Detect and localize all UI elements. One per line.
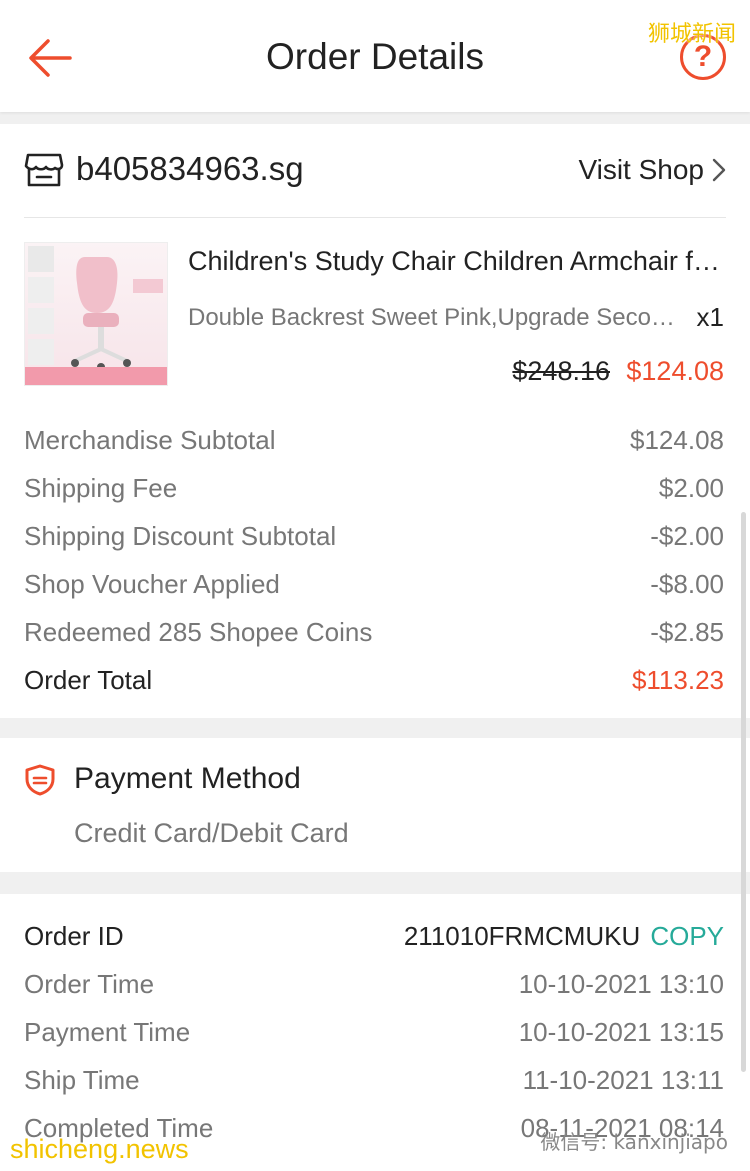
order-item-card: b405834963.sg Visit Shop Children's Stud… — [0, 124, 750, 718]
copy-order-id-button[interactable]: COPY — [650, 921, 724, 951]
app-header: Order Details ? 狮城新闻 — [0, 0, 750, 112]
summary-value: $124.08 — [630, 424, 724, 455]
original-price: $248.16 — [512, 356, 610, 386]
summary-row-shop-voucher: Shop Voucher Applied -$8.00 — [24, 560, 724, 608]
visit-shop-label: Visit Shop — [578, 154, 704, 185]
watermark-bottom-left: shicheng.news — [10, 1134, 189, 1164]
summary-row-shopee-coins: Redeemed 285 Shopee Coins -$2.85 — [24, 608, 724, 656]
summary-label: Shipping Fee — [24, 472, 178, 503]
payment-method-card: Payment Method Credit Card/Debit Card — [0, 738, 750, 872]
price-summary: Merchandise Subtotal $124.08 Shipping Fe… — [24, 416, 724, 704]
summary-value: -$2.85 — [650, 616, 724, 647]
watermark-bottom-right: 微信号: kanxinjiapo — [540, 1130, 728, 1154]
payment-method-title: Payment Method — [74, 762, 301, 795]
summary-value: -$8.00 — [650, 568, 724, 599]
page-title: Order Details — [266, 36, 484, 77]
info-value: 10-10-2021 13:15 — [518, 1016, 724, 1047]
summary-value: $2.00 — [658, 472, 724, 503]
product-name[interactable]: Children's Study Chair Children Armchair… — [188, 246, 728, 277]
product-quantity: x1 — [696, 302, 724, 332]
payment-method-value: Credit Card/Debit Card — [74, 818, 349, 848]
info-label: Order Time — [24, 968, 155, 999]
product-image[interactable] — [24, 242, 168, 386]
product-variant: Double Backrest Sweet Pink,Upgrade Secon… — [188, 304, 680, 331]
payment-time-row: Payment Time 10-10-2021 13:15 — [24, 1008, 724, 1056]
summary-row-shipping-discount: Shipping Discount Subtotal -$2.00 — [24, 512, 724, 560]
summary-value: -$2.00 — [650, 520, 724, 551]
visit-shop-button[interactable]: Visit Shop — [578, 154, 726, 186]
order-total-label: Order Total — [24, 664, 153, 695]
summary-label: Redeemed 285 Shopee Coins — [24, 616, 373, 647]
order-time-row: Order Time 10-10-2021 13:10 — [24, 960, 724, 1008]
summary-label: Merchandise Subtotal — [24, 424, 276, 455]
summary-label: Shipping Discount Subtotal — [24, 520, 337, 551]
order-id-value: 211010FRMCMUKU — [403, 920, 641, 951]
shop-name: b405834963.sg — [76, 150, 304, 187]
chevron-right-icon — [712, 158, 726, 182]
watermark-top: 狮城新闻 — [647, 22, 736, 47]
scrollbar[interactable] — [741, 512, 746, 1072]
shop-row[interactable]: b405834963.sg Visit Shop — [0, 124, 750, 218]
order-total-value: $113.23 — [631, 664, 724, 695]
order-id-value-group: 211010FRMCMUKU COPY — [404, 921, 724, 952]
summary-row-merchandise-subtotal: Merchandise Subtotal $124.08 — [24, 416, 724, 464]
summary-label: Shop Voucher Applied — [24, 568, 280, 599]
shop-icon — [24, 153, 64, 187]
info-label: Ship Time — [24, 1064, 140, 1095]
shield-icon — [25, 764, 55, 796]
summary-row-shipping-fee: Shipping Fee $2.00 — [24, 464, 724, 512]
order-id-label: Order ID — [24, 920, 124, 951]
divider — [24, 217, 726, 218]
chair-image-illustration — [25, 246, 167, 385]
info-value: 11-10-2021 13:11 — [522, 1064, 724, 1095]
info-label: Payment Time — [24, 1016, 191, 1047]
info-value: 10-10-2021 13:10 — [518, 968, 724, 999]
discounted-price: $124.08 — [626, 356, 724, 386]
order-id-row: Order ID 211010FRMCMUKU COPY — [24, 912, 724, 960]
summary-row-order-total: Order Total $113.23 — [24, 656, 724, 704]
ship-time-row: Ship Time 11-10-2021 13:11 — [24, 1056, 724, 1104]
order-info-list: Order ID 211010FRMCMUKU COPY Order Time 1… — [24, 912, 724, 1152]
